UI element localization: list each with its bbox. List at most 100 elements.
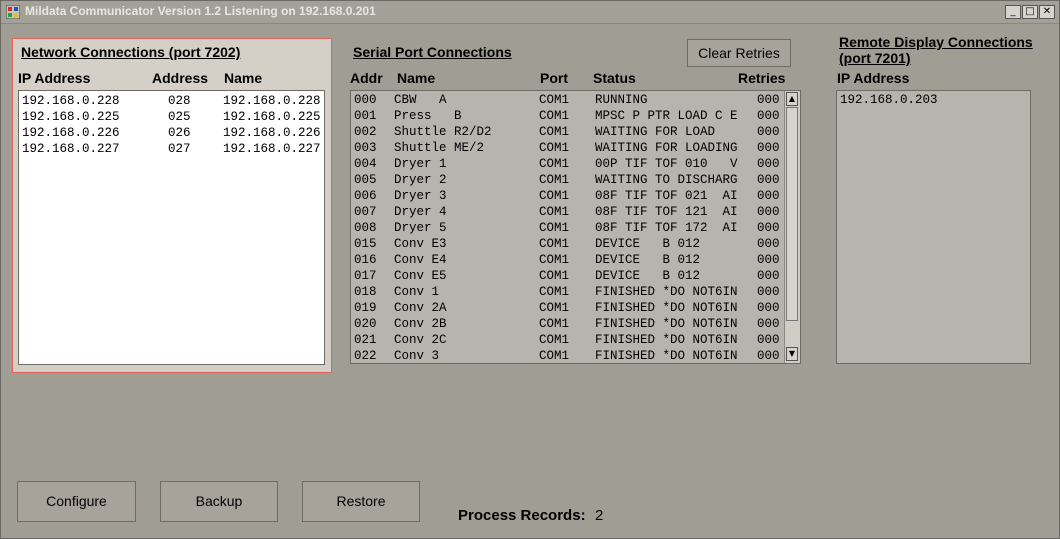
name-cell: Conv 2B [394, 317, 447, 331]
list-item[interactable]: 192.168.0.203 [837, 92, 1030, 108]
retries-cell: 000 [757, 173, 780, 187]
port-cell: COM1 [539, 93, 570, 107]
table-row[interactable]: 004 Dryer 1 COM1 00P TIF TOF 010 V 000 [351, 156, 783, 172]
status-cell: RUNNING [595, 93, 648, 107]
process-records-label: Process Records: [458, 507, 586, 524]
title-bar: Mildata Communicator Version 1.2 Listeni… [1, 1, 1059, 24]
table-row[interactable]: 007 Dryer 4 COM1 08F TIF TOF 121 AI 000 [351, 204, 783, 220]
status-cell: DEVICE B 012 [595, 269, 701, 283]
name-cell: CBW A [394, 93, 447, 107]
status-cell: 08F TIF TOF 121 AI [595, 205, 738, 219]
scroll-up-button[interactable]: ▲ [786, 92, 798, 106]
retries-cell: 000 [757, 109, 780, 123]
table-row[interactable]: 022 Conv 3 COM1 FINISHED *DO NOT6IN 000 [351, 348, 783, 363]
retries-cell: 000 [757, 141, 780, 155]
status-cell: 00P TIF TOF 010 V [595, 157, 738, 171]
serial-connections-title: Serial Port Connections [353, 44, 512, 60]
list-item[interactable]: 192.168.0.227 027 192.168.0.227 [19, 141, 324, 157]
port-cell: COM1 [539, 109, 570, 123]
backup-button[interactable]: Backup [160, 481, 278, 522]
clear-retries-button[interactable]: Clear Retries [687, 39, 791, 67]
addr-cell: 020 [354, 317, 377, 331]
network-name-header: Name [224, 70, 263, 86]
table-row[interactable]: 017 Conv E5 COM1 DEVICE B 012 000 [351, 268, 783, 284]
retries-cell: 000 [757, 237, 780, 251]
scroll-down-button[interactable]: ▼ [786, 347, 798, 361]
port-cell: COM1 [539, 221, 570, 235]
name-cell: Conv E4 [394, 253, 447, 267]
port-cell: COM1 [539, 333, 570, 347]
serial-scrollbar[interactable]: ▲ ▼ [784, 91, 800, 363]
table-row[interactable]: 018 Conv 1 COM1 FINISHED *DO NOT6IN 000 [351, 284, 783, 300]
retries-cell: 000 [757, 333, 780, 347]
addr-cell: 022 [354, 349, 377, 363]
status-cell: FINISHED *DO NOT6IN [595, 333, 738, 347]
serial-addr-header: Addr [350, 70, 383, 86]
status-cell: FINISHED *DO NOT6IN [595, 349, 738, 363]
addr-cell: 001 [354, 109, 377, 123]
network-connections-panel: Network Connections (port 7202) IP Addre… [12, 38, 332, 373]
ip-cell: 192.168.0.226 [22, 126, 120, 140]
status-cell: WAITING FOR LOADING [595, 141, 738, 155]
serial-port-header: Port [540, 70, 568, 86]
name-cell: Conv 2A [394, 301, 447, 315]
name-cell: Dryer 4 [394, 205, 447, 219]
table-row[interactable]: 006 Dryer 3 COM1 08F TIF TOF 021 AI 000 [351, 188, 783, 204]
port-cell: COM1 [539, 205, 570, 219]
port-cell: COM1 [539, 189, 570, 203]
table-row[interactable]: 020 Conv 2B COM1 FINISHED *DO NOT6IN 000 [351, 316, 783, 332]
table-row[interactable]: 005 Dryer 2 COM1 WAITING TO DISCHARG 000 [351, 172, 783, 188]
retries-cell: 000 [757, 157, 780, 171]
table-row[interactable]: 001 Press B COM1 MPSC P PTR LOAD C E 000 [351, 108, 783, 124]
retries-cell: 000 [757, 205, 780, 219]
table-row[interactable]: 003 Shuttle ME/2 COM1 WAITING FOR LOADING 00… [351, 140, 783, 156]
addr-cell: 006 [354, 189, 377, 203]
status-cell: FINISHED *DO NOT6IN [595, 301, 738, 315]
retries-cell: 000 [757, 349, 780, 363]
network-connections-list[interactable]: 192.168.0.228 028 192.168.0.228 192.168.… [18, 90, 325, 365]
list-item[interactable]: 192.168.0.225 025 192.168.0.225 [19, 109, 324, 125]
name-cell: Shuttle ME/2 [394, 141, 485, 155]
status-cell: FINISHED *DO NOT6IN [595, 317, 738, 331]
name-cell: Dryer 5 [394, 221, 447, 235]
retries-cell: 000 [757, 253, 780, 267]
network-address-header: Address [152, 70, 209, 86]
retries-cell: 000 [757, 269, 780, 283]
addr-cell: 016 [354, 253, 377, 267]
address-cell: 025 [168, 110, 191, 124]
name-cell: Conv 2C [394, 333, 447, 347]
retries-cell: 000 [757, 301, 780, 315]
retries-cell: 000 [757, 189, 780, 203]
remote-connections-list[interactable]: 192.168.0.203 [836, 90, 1031, 364]
addr-cell: 021 [354, 333, 377, 347]
app-window: Mildata Communicator Version 1.2 Listeni… [0, 0, 1060, 539]
table-row[interactable]: 000 CBW A COM1 RUNNING 000 [351, 92, 783, 108]
table-row[interactable]: 016 Conv E4 COM1 DEVICE B 012 000 [351, 252, 783, 268]
table-row[interactable]: 019 Conv 2A COM1 FINISHED *DO NOT6IN 000 [351, 300, 783, 316]
list-item[interactable]: 192.168.0.226 026 192.168.0.226 [19, 125, 324, 141]
addr-cell: 003 [354, 141, 377, 155]
close-button[interactable]: ✕ [1039, 5, 1055, 19]
addr-cell: 007 [354, 205, 377, 219]
remote-ip-header: IP Address [837, 70, 910, 86]
table-row[interactable]: 015 Conv E3 COM1 DEVICE B 012 000 [351, 236, 783, 252]
table-row[interactable]: 008 Dryer 5 COM1 08F TIF TOF 172 AI 000 [351, 220, 783, 236]
table-row[interactable]: 002 Shuttle R2/D2 COM1 WAITING FOR LOAD 000 [351, 124, 783, 140]
scroll-thumb[interactable] [786, 107, 798, 321]
addr-cell: 019 [354, 301, 377, 315]
ip-cell: 192.168.0.225 [22, 110, 120, 124]
serial-status-header: Status [593, 70, 636, 86]
list-item[interactable]: 192.168.0.228 028 192.168.0.228 [19, 93, 324, 109]
minimize-button[interactable]: _ [1005, 5, 1021, 19]
maximize-button[interactable]: □ [1022, 5, 1038, 19]
network-ip-header: IP Address [18, 70, 91, 86]
address-cell: 027 [168, 142, 191, 156]
restore-button[interactable]: Restore [302, 481, 420, 522]
serial-connections-list[interactable]: 000 CBW A COM1 RUNNING 000 001 Press B COM1 MPSC… [350, 90, 801, 364]
port-cell: COM1 [539, 237, 570, 251]
serial-retries-header: Retries [738, 70, 786, 86]
status-cell: FINISHED *DO NOT6IN [595, 285, 738, 299]
remote-connections-title: Remote Display Connections (port 7201) [839, 34, 1033, 66]
configure-button[interactable]: Configure [17, 481, 136, 522]
table-row[interactable]: 021 Conv 2C COM1 FINISHED *DO NOT6IN 000 [351, 332, 783, 348]
